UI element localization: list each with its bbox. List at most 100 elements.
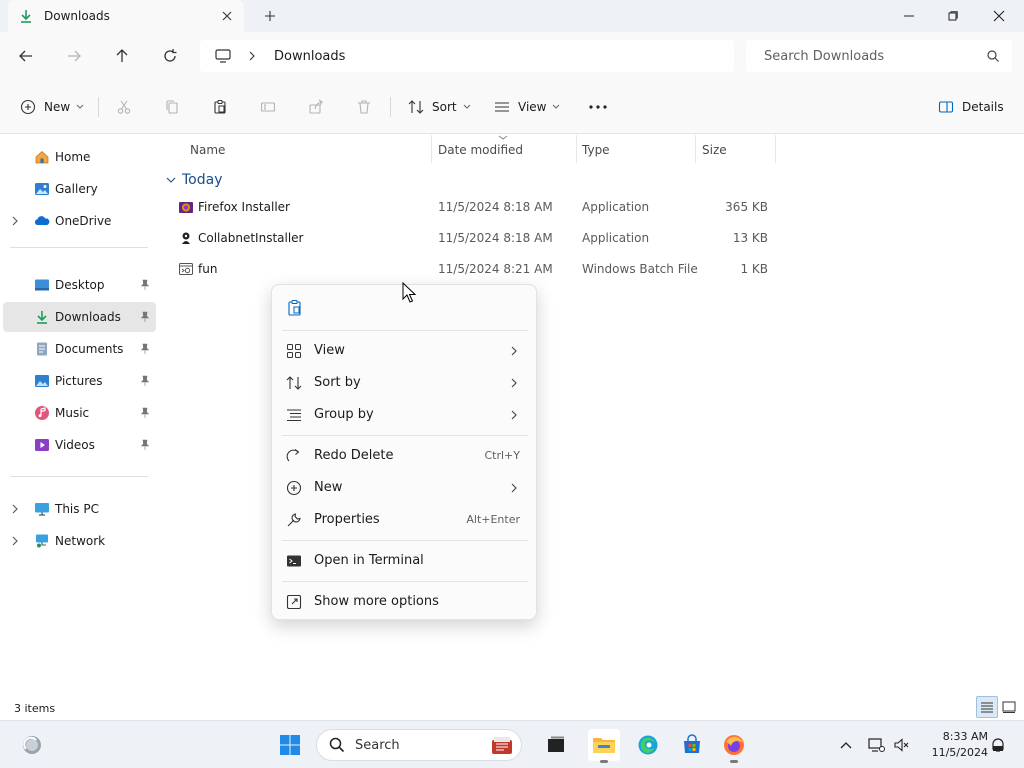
- network-status-icon[interactable]: [866, 735, 886, 755]
- trash-icon: [358, 100, 370, 114]
- sidebar-item-this-pc[interactable]: This PC: [3, 494, 156, 524]
- menu-item-label: Show more options: [314, 594, 439, 609]
- sidebar-item-label: Downloads: [55, 310, 121, 324]
- microsoft-store-icon[interactable]: [676, 729, 708, 761]
- column-divider[interactable]: [576, 135, 577, 163]
- sidebar-item-downloads[interactable]: Downloads: [3, 302, 156, 332]
- pin-icon[interactable]: [140, 375, 150, 387]
- sidebar-item-music[interactable]: Music: [3, 398, 156, 428]
- item-count: 3 items: [14, 702, 56, 715]
- app-installer-icon: [178, 230, 194, 246]
- breadcrumb[interactable]: Downloads: [274, 49, 345, 64]
- share-button[interactable]: [308, 96, 324, 118]
- pin-icon[interactable]: [140, 279, 150, 291]
- sidebar-item-network[interactable]: Network: [3, 526, 156, 556]
- column-divider[interactable]: [431, 135, 432, 163]
- column-header-date[interactable]: Date modified: [438, 138, 523, 162]
- view-button[interactable]: View: [494, 96, 560, 118]
- taskbar-search[interactable]: Search: [316, 729, 522, 761]
- pin-icon[interactable]: [140, 407, 150, 419]
- terminal-icon: [286, 553, 302, 569]
- paste-icon[interactable]: [286, 299, 304, 317]
- column-header-size[interactable]: Size: [702, 138, 727, 162]
- chevron-right-icon[interactable]: [11, 503, 21, 515]
- menu-item-group-by[interactable]: Group by: [276, 400, 532, 430]
- home-icon: [34, 149, 50, 165]
- menu-item-label: View: [314, 343, 345, 358]
- details-view-button[interactable]: [976, 696, 998, 718]
- address-bar[interactable]: Downloads: [200, 40, 734, 72]
- menu-item-redo-delete[interactable]: Redo Delete Ctrl+Y: [276, 441, 532, 471]
- minimize-button[interactable]: [886, 0, 932, 32]
- sort-button[interactable]: Sort: [408, 96, 471, 118]
- firefox-taskbar-icon[interactable]: [718, 729, 750, 763]
- sidebar-item-documents[interactable]: Documents: [3, 334, 156, 364]
- close-tab-icon[interactable]: [218, 7, 236, 25]
- delete-button[interactable]: [356, 96, 372, 118]
- sidebar-item-pictures[interactable]: Pictures: [3, 366, 156, 396]
- search-input[interactable]: Search Downloads: [746, 40, 1012, 72]
- maximize-button[interactable]: [930, 0, 976, 32]
- column-header-type[interactable]: Type: [582, 138, 610, 162]
- menu-item-open-in-terminal[interactable]: Open in Terminal: [276, 546, 532, 576]
- forward-button[interactable]: [62, 44, 86, 68]
- videos-icon: [34, 437, 50, 453]
- chevron-right-icon[interactable]: [11, 535, 21, 547]
- command-bar: New Sort View Details: [0, 80, 1024, 134]
- cut-button[interactable]: [116, 96, 132, 118]
- view-grid-icon: [286, 343, 302, 359]
- chevron-right-icon[interactable]: [11, 215, 21, 227]
- group-header-today[interactable]: Today: [166, 170, 223, 190]
- column-header-name[interactable]: Name: [190, 138, 225, 162]
- sidebar-item-home[interactable]: Home: [3, 142, 156, 172]
- volume-muted-icon[interactable]: [892, 735, 912, 755]
- close-window-button[interactable]: [976, 0, 1022, 32]
- paste-button[interactable]: [212, 96, 228, 118]
- file-explorer-taskbar-icon[interactable]: [588, 729, 620, 763]
- menu-item-label: Open in Terminal: [314, 553, 424, 568]
- sidebar-item-desktop[interactable]: Desktop: [3, 270, 156, 300]
- system-clock[interactable]: 8:33 AM 11/5/2024: [920, 729, 988, 761]
- pin-icon[interactable]: [140, 343, 150, 355]
- chevron-right-icon[interactable]: [248, 51, 258, 61]
- file-row-firefox-installer[interactable]: Firefox Installer 11/5/2024 8:18 AM Appl…: [160, 192, 780, 222]
- pin-icon[interactable]: [140, 311, 150, 323]
- menu-item-show-more-options[interactable]: Show more options: [276, 587, 532, 617]
- new-button[interactable]: New: [20, 96, 84, 118]
- details-button[interactable]: Details: [938, 96, 1004, 118]
- more-options-button[interactable]: [588, 96, 608, 118]
- sidebar-item-gallery[interactable]: Gallery: [3, 174, 156, 204]
- sidebar-item-videos[interactable]: Videos: [3, 430, 156, 460]
- tiles-view-button[interactable]: [998, 696, 1020, 718]
- weather-widget-icon[interactable]: [16, 729, 48, 761]
- sidebar-item-label: Gallery: [55, 182, 98, 196]
- copy-button[interactable]: [164, 96, 180, 118]
- sidebar-item-label: This PC: [55, 502, 99, 516]
- column-divider[interactable]: [695, 135, 696, 163]
- title-bar: Downloads: [0, 0, 1024, 32]
- notifications-icon[interactable]: [988, 735, 1008, 755]
- tab-downloads[interactable]: Downloads: [8, 0, 244, 32]
- up-button[interactable]: [110, 44, 134, 68]
- column-divider[interactable]: [775, 135, 776, 163]
- more-options-icon: [286, 594, 302, 610]
- running-indicator: [730, 760, 738, 763]
- new-tab-button[interactable]: [258, 6, 282, 26]
- menu-item-new[interactable]: New: [276, 473, 532, 503]
- start-button[interactable]: [274, 729, 306, 761]
- menu-divider: [282, 540, 528, 541]
- file-row-fun[interactable]: fun 11/5/2024 8:21 AM Windows Batch File…: [160, 254, 780, 284]
- sidebar-item-onedrive[interactable]: OneDrive: [3, 206, 156, 236]
- back-button[interactable]: [14, 44, 38, 68]
- task-view-icon[interactable]: [540, 729, 572, 761]
- share-icon: [309, 99, 323, 114]
- rename-button[interactable]: [260, 96, 276, 118]
- pin-icon[interactable]: [140, 439, 150, 451]
- show-hidden-icons-chevron-up-icon[interactable]: [836, 735, 856, 755]
- file-row-collabnetinstaller[interactable]: CollabnetInstaller 11/5/2024 8:18 AM App…: [160, 223, 780, 253]
- menu-item-properties[interactable]: Properties Alt+Enter: [276, 505, 532, 535]
- refresh-button[interactable]: [158, 44, 182, 68]
- menu-item-sort-by[interactable]: Sort by: [276, 368, 532, 398]
- menu-item-view[interactable]: View: [276, 336, 532, 366]
- edge-browser-icon[interactable]: [632, 729, 664, 761]
